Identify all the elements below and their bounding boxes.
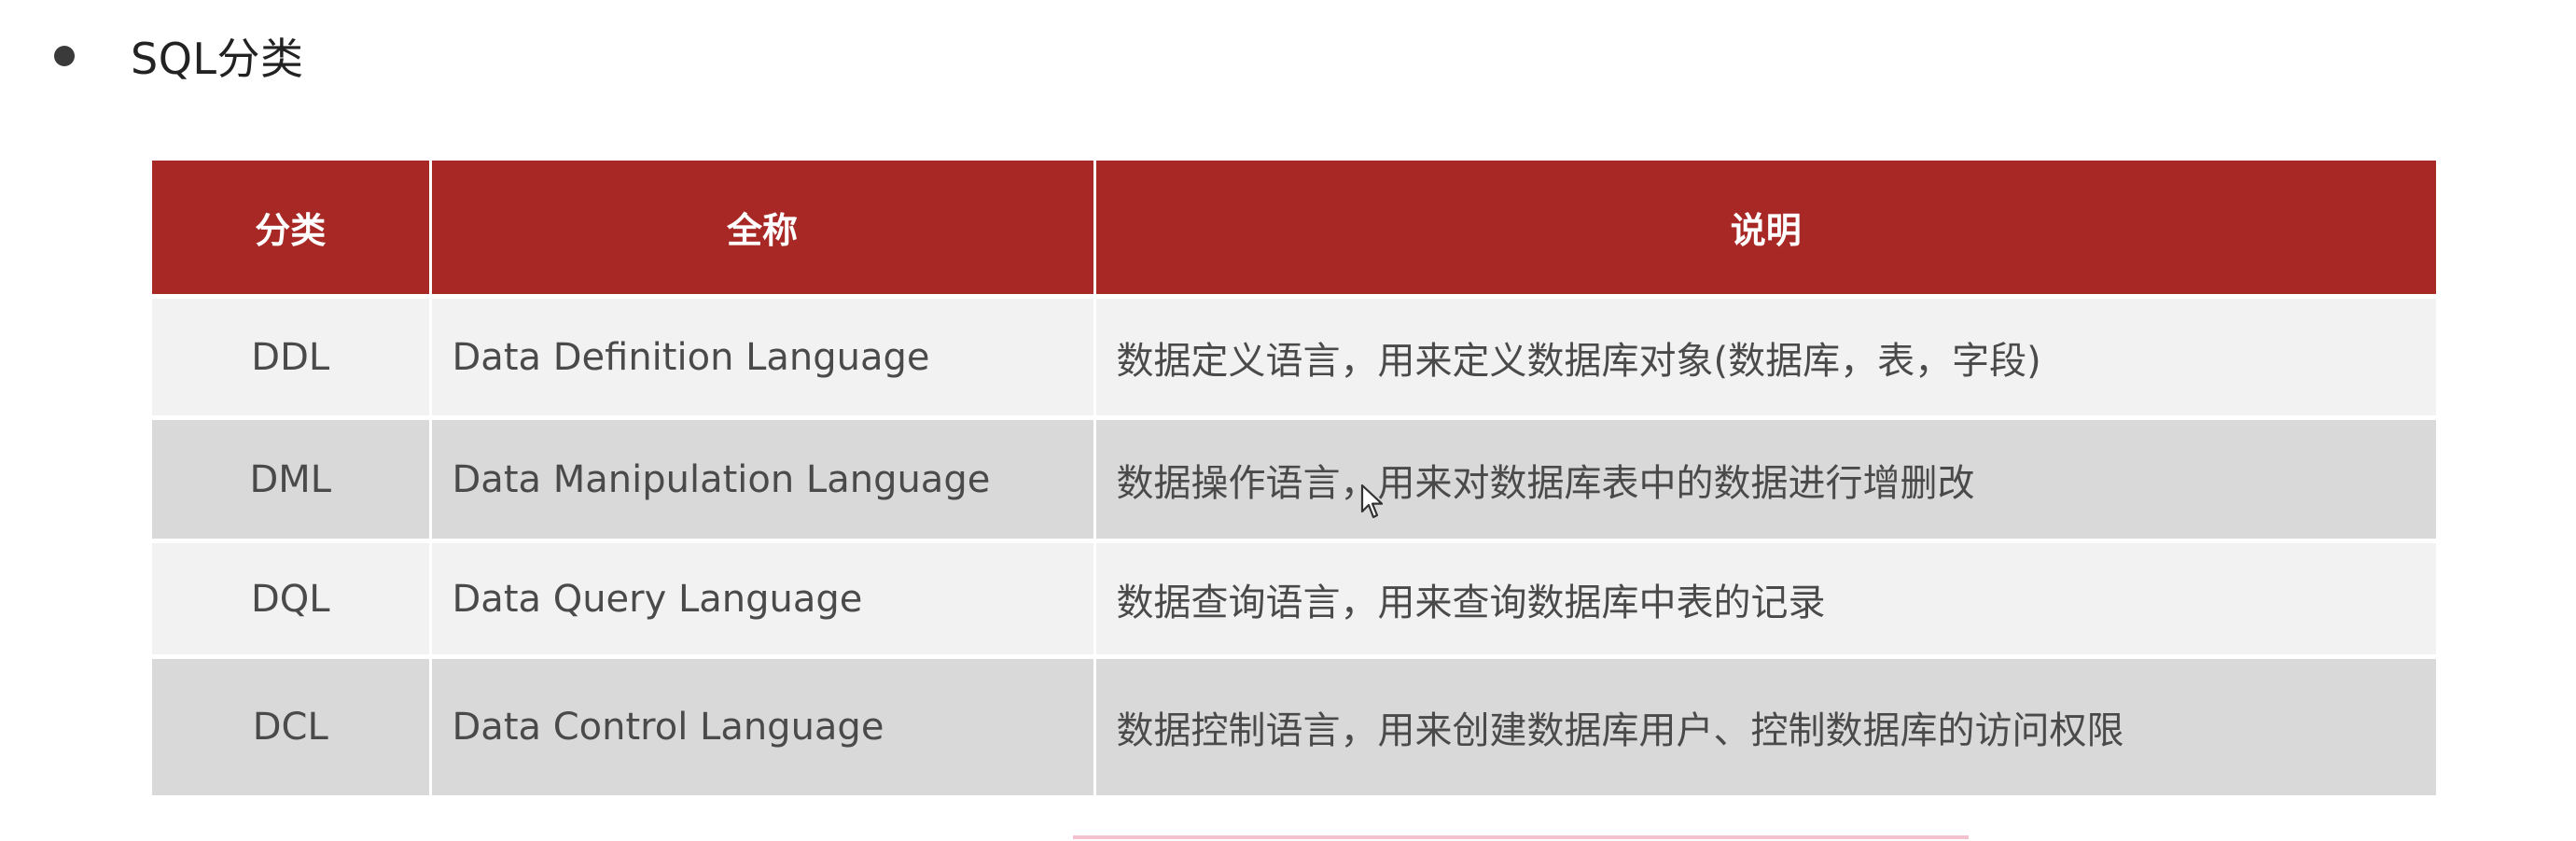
cell-category: DDL — [152, 296, 432, 418]
bullet-dot-icon — [54, 46, 75, 66]
cell-full-name: Data Control Language — [430, 656, 1096, 795]
cell-full-name: Data Manipulation Language — [430, 417, 1096, 541]
cell-full-name: Data Definition Language — [430, 296, 1096, 418]
heading-title: SQL分类 — [131, 34, 304, 84]
mouse-pointer-icon — [1360, 484, 1384, 519]
header-full-name: 全称 — [430, 161, 1096, 297]
sql-category-table: 分类 全称 说明 DDL Data Definition Language 数据… — [152, 161, 2436, 795]
header-category: 分类 — [152, 161, 432, 297]
table-row: DML Data Manipulation Language 数据操作语言，用来… — [152, 417, 2436, 541]
cell-description: 数据定义语言，用来定义数据库对象(数据库，表，字段) — [1094, 296, 2436, 418]
table-row: DCL Data Control Language 数据控制语言，用来创建数据库… — [152, 656, 2436, 795]
cell-category: DQL — [152, 540, 432, 657]
cell-full-name: Data Query Language — [430, 540, 1096, 657]
cell-description: 数据控制语言，用来创建数据库用户、控制数据库的访问权限 — [1094, 656, 2436, 795]
cell-description: 数据查询语言，用来查询数据库中表的记录 — [1094, 540, 2436, 657]
decorative-underline — [1073, 835, 1969, 839]
cell-category: DML — [152, 417, 432, 541]
header-description: 说明 — [1094, 161, 2436, 297]
section-heading: SQL分类 — [54, 19, 304, 93]
cell-description: 数据操作语言，用来对数据库表中的数据进行增删改 — [1094, 417, 2436, 541]
table-header-row: 分类 全称 说明 — [152, 161, 2436, 297]
cell-category: DCL — [152, 656, 432, 795]
table-row: DQL Data Query Language 数据查询语言，用来查询数据库中表… — [152, 540, 2436, 657]
table-row: DDL Data Definition Language 数据定义语言，用来定义… — [152, 296, 2436, 418]
